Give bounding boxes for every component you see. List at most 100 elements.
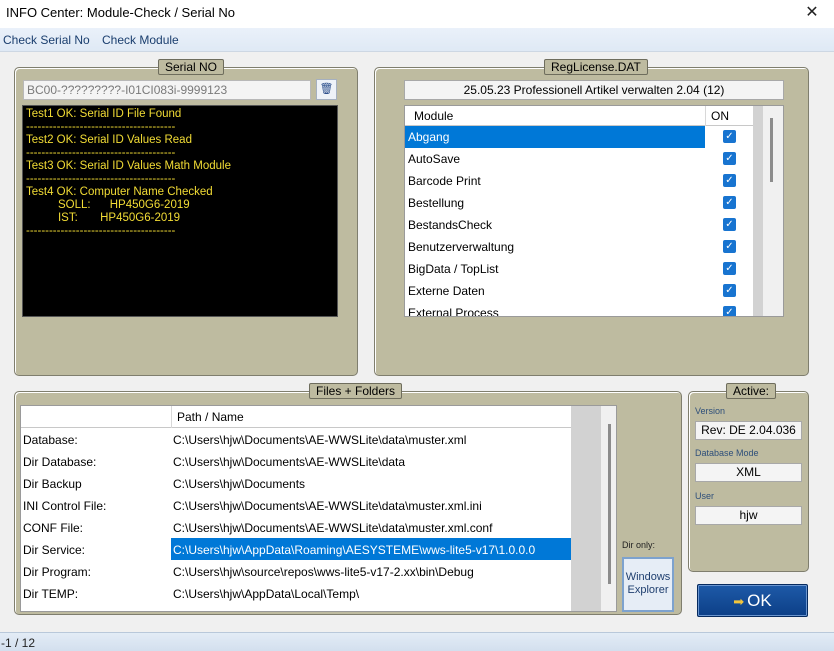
- module-on-checkbox[interactable]: ✓: [723, 262, 736, 275]
- module-name: Bestellung: [408, 196, 465, 210]
- console-line: IST: HP450G6-2019: [26, 212, 181, 224]
- file-row-path: C:\Users\hjw\Documents\AE-WWSLite\data\m…: [173, 433, 467, 447]
- windows-explorer-button[interactable]: Windows Explorer: [622, 557, 674, 612]
- file-row-name: Dir Backup: [23, 477, 82, 491]
- file-row[interactable]: Dir Database: C:\Users\hjw\Documents\AE-W…: [21, 450, 571, 472]
- file-row[interactable]: CONF File: C:\Users\hjw\Documents\AE-WWSL…: [21, 516, 571, 538]
- license-group-label: RegLicense.DAT: [544, 59, 648, 75]
- delete-serial-button[interactable]: 🗑: [316, 79, 337, 100]
- module-name: AutoSave: [408, 152, 461, 166]
- console-line: Test3 OK: Serial ID Values Math Module: [26, 160, 231, 172]
- module-on-checkbox[interactable]: ✓: [723, 284, 736, 297]
- file-row-path: C:\Users\hjw\AppData\Local\Temp\: [173, 587, 360, 601]
- file-row-name: Database:: [23, 433, 78, 447]
- module-on-cell: ✓: [705, 280, 755, 302]
- files-grid[interactable]: Path / Name Database: C:\Users\hjw\Docume…: [20, 405, 617, 612]
- version-value: Rev: DE 2.04.036: [695, 421, 802, 440]
- file-row-path: C:\Users\hjw\Documents: [173, 477, 306, 491]
- module-on-checkbox[interactable]: ✓: [723, 218, 736, 231]
- close-icon[interactable]: ✕: [790, 0, 834, 28]
- menu-check-serial-no[interactable]: Check Serial No: [3, 33, 90, 47]
- version-label: Version: [695, 406, 726, 416]
- module-on-cell: ✓: [705, 236, 755, 258]
- file-row-name: Dir Program:: [23, 565, 92, 579]
- console-line: Test4 OK: Computer Name Checked: [26, 186, 213, 198]
- module-on-cell: ✓: [705, 258, 755, 280]
- column-divider: [705, 106, 706, 126]
- module-on-checkbox[interactable]: ✓: [723, 196, 736, 209]
- column-header-module[interactable]: Module: [414, 109, 453, 123]
- database-mode-value: XML: [695, 463, 802, 482]
- scrollbar-thumb[interactable]: [608, 424, 611, 584]
- file-row[interactable]: Database: C:\Users\hjw\Documents\AE-WWSLi…: [21, 428, 571, 450]
- user-label: User: [695, 491, 715, 501]
- license-info: 25.05.23 Professionell Artikel verwalten…: [404, 80, 784, 100]
- file-row-name: INI Control File:: [23, 499, 107, 513]
- file-row-path: C:\Users\hjw\AppData\Roaming\AESYSTEME\w…: [171, 538, 571, 560]
- file-row-name: Tools:: [23, 609, 54, 611]
- dir-only-label: Dir only:: [622, 540, 656, 550]
- module-on-cell: ✓: [705, 192, 755, 214]
- module-row[interactable]: Bestellung ✓: [405, 192, 755, 214]
- module-on-cell: ✓: [705, 214, 755, 236]
- console-line: ---------------------------------------: [26, 173, 176, 185]
- module-on-checkbox[interactable]: ✓: [723, 152, 736, 165]
- file-row[interactable]: Tools: C:\Users\hjw: [21, 604, 571, 611]
- menu-bar: Check Serial No Check Module: [0, 28, 834, 52]
- file-row[interactable]: Dir Backup C:\Users\hjw\Documents: [21, 472, 571, 494]
- module-row[interactable]: BigData / TopList ✓: [405, 258, 755, 280]
- column-header-path[interactable]: Path / Name: [177, 410, 244, 424]
- module-row[interactable]: Abgang ✓: [405, 126, 755, 148]
- module-on-checkbox[interactable]: ✓: [723, 174, 736, 187]
- module-name: Barcode Print: [408, 174, 481, 188]
- ok-button[interactable]: ➡ OK: [697, 584, 808, 617]
- serial-group: Serial NO 🗑 Test1 OK: Serial ID File Fou…: [14, 59, 358, 376]
- menu-check-module[interactable]: Check Module: [102, 33, 179, 47]
- console-line: ---------------------------------------: [26, 147, 176, 159]
- user-value: hjw: [695, 506, 802, 525]
- window-title: INFO Center: Module-Check / Serial No: [6, 5, 236, 20]
- file-row[interactable]: Dir TEMP: C:\Users\hjw\AppData\Local\Temp…: [21, 582, 571, 604]
- files-group-label: Files + Folders: [309, 383, 403, 399]
- file-row-name: Dir TEMP:: [23, 587, 79, 601]
- file-row[interactable]: INI Control File: C:\Users\hjw\Documents\…: [21, 494, 571, 516]
- active-group: Active: Version Rev: DE 2.04.036 Databas…: [688, 383, 809, 572]
- file-row[interactable]: Dir Service: C:\Users\hjw\AppData\Roaming…: [21, 538, 571, 560]
- status-bar: -1 / 12: [0, 632, 834, 651]
- console-line: ---------------------------------------: [26, 121, 176, 133]
- module-name: BigData / TopList: [408, 262, 499, 276]
- module-row[interactable]: Benutzerverwaltung ✓: [405, 236, 755, 258]
- module-grid[interactable]: Module ON Abgang ✓ AutoSave ✓ Barcode Print ✓…: [404, 105, 784, 317]
- database-mode-label: Database Mode: [695, 448, 759, 458]
- serial-group-label: Serial NO: [158, 59, 225, 75]
- console-line: ---------------------------------------: [26, 225, 176, 237]
- file-row-path: C:\Users\hjw\Documents\AE-WWSLite\data: [173, 455, 406, 469]
- files-grid-header: Path / Name: [21, 406, 571, 428]
- module-on-checkbox[interactable]: ✓: [723, 240, 736, 253]
- module-grid-scrollbar[interactable]: [753, 106, 783, 316]
- explorer-button-line1: Windows: [625, 571, 671, 583]
- module-row[interactable]: Externe Daten ✓: [405, 280, 755, 302]
- column-header-on[interactable]: ON: [711, 109, 729, 123]
- module-on-checkbox[interactable]: ✓: [723, 306, 736, 316]
- file-row-path: C:\Users\hjw\Documents\AE-WWSLite\data\m…: [173, 521, 493, 535]
- module-on-checkbox[interactable]: ✓: [723, 130, 736, 143]
- module-grid-header: Module ON: [405, 106, 755, 126]
- file-row[interactable]: Dir Program: C:\Users\hjw\source\repos\ww…: [21, 560, 571, 582]
- module-name: Abgang: [408, 130, 450, 144]
- scrollbar-thumb[interactable]: [770, 118, 773, 182]
- module-row[interactable]: Barcode Print ✓: [405, 170, 755, 192]
- module-name: Externe Daten: [408, 284, 485, 298]
- file-row-path: C:\Users\hjw\Documents\AE-WWSLite\data\m…: [173, 499, 482, 513]
- serial-check-console: Test1 OK: Serial ID File Found ----------…: [22, 105, 338, 317]
- module-row[interactable]: AutoSave ✓: [405, 148, 755, 170]
- scrollbar-track: [571, 406, 601, 611]
- module-row[interactable]: External Process ✓: [405, 302, 755, 316]
- console-line: Test2 OK: Serial ID Values Read: [26, 134, 192, 146]
- module-row[interactable]: BestandsCheck ✓: [405, 214, 755, 236]
- column-divider: [171, 406, 172, 428]
- serial-number-field[interactable]: [23, 80, 311, 100]
- license-group: RegLicense.DAT 25.05.23 Professionell Ar…: [374, 59, 809, 376]
- files-grid-scrollbar[interactable]: [571, 406, 616, 611]
- scrollbar-track: [753, 106, 763, 316]
